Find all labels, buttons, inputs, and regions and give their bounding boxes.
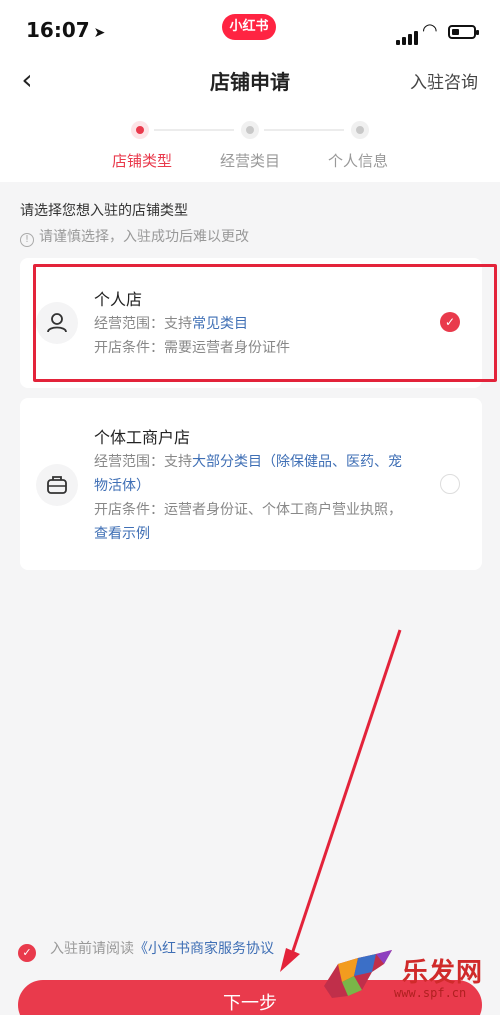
battery-icon — [448, 25, 479, 39]
view-example-link[interactable]: 查看示例 — [94, 526, 150, 542]
agreement-link[interactable]: 《小红书商家服务协议 — [134, 941, 274, 957]
shop-condition: 开店条件：运营者身份证、个体工商户营业执照，查看示例 — [94, 502, 402, 542]
signal-icon — [396, 26, 420, 45]
status-bar: 16:07 ➤ 小红书 ◠ — [0, 14, 500, 46]
consult-link[interactable]: 入驻咨询 — [410, 68, 478, 93]
briefcase-icon — [36, 464, 78, 506]
select-prompt: 请选择您想入驻的店铺类型 — [20, 203, 188, 219]
app-badge: 小红书 — [222, 14, 276, 40]
status-time: 16:07 ➤ — [26, 18, 106, 42]
step-dot-1 — [131, 121, 149, 139]
shop-option-individual-business[interactable]: 个体工商户店 经营范围：支持大部分类目（除保健品、医药、宠物活体） 开店条件：运… — [20, 398, 482, 570]
watermark: 乐发网 www.spf.cn — [318, 946, 496, 1006]
wifi-icon: ◠ — [422, 20, 438, 41]
warning-text: ! 请谨慎选择，入驻成功后难以更改 — [20, 226, 249, 247]
highlight-box — [33, 264, 497, 382]
step-label-shop-type: 店铺类型 — [111, 152, 172, 170]
shop-title: 个体工商户店 — [94, 428, 191, 447]
step-line — [264, 129, 344, 131]
unselected-radio[interactable] — [440, 474, 460, 494]
agree-check-icon[interactable]: ✓ — [18, 944, 36, 962]
shop-scope: 经营范围：支持大部分类目（除保健品、医药、宠物活体） — [94, 454, 402, 494]
step-dot-2 — [241, 121, 259, 139]
nav-bar: ‹ 店铺申请 入驻咨询 — [0, 60, 500, 100]
agreement-row: ✓ 入驻前请阅读《小红书商家服务协议 — [18, 938, 274, 962]
location-arrow-icon: ➤ — [93, 25, 106, 41]
step-indicator: 店铺类型 经营类目 个人信息 — [0, 118, 500, 174]
info-icon: ! — [20, 233, 34, 247]
watermark-url: www.spf.cn — [394, 986, 467, 1000]
step-dot-3 — [351, 121, 369, 139]
step-label-personal-info: 个人信息 — [327, 152, 388, 170]
step-label-category: 经营类目 — [219, 152, 280, 170]
step-line — [154, 129, 234, 131]
watermark-text: 乐发网 — [402, 958, 484, 988]
horse-logo-icon — [324, 950, 392, 998]
